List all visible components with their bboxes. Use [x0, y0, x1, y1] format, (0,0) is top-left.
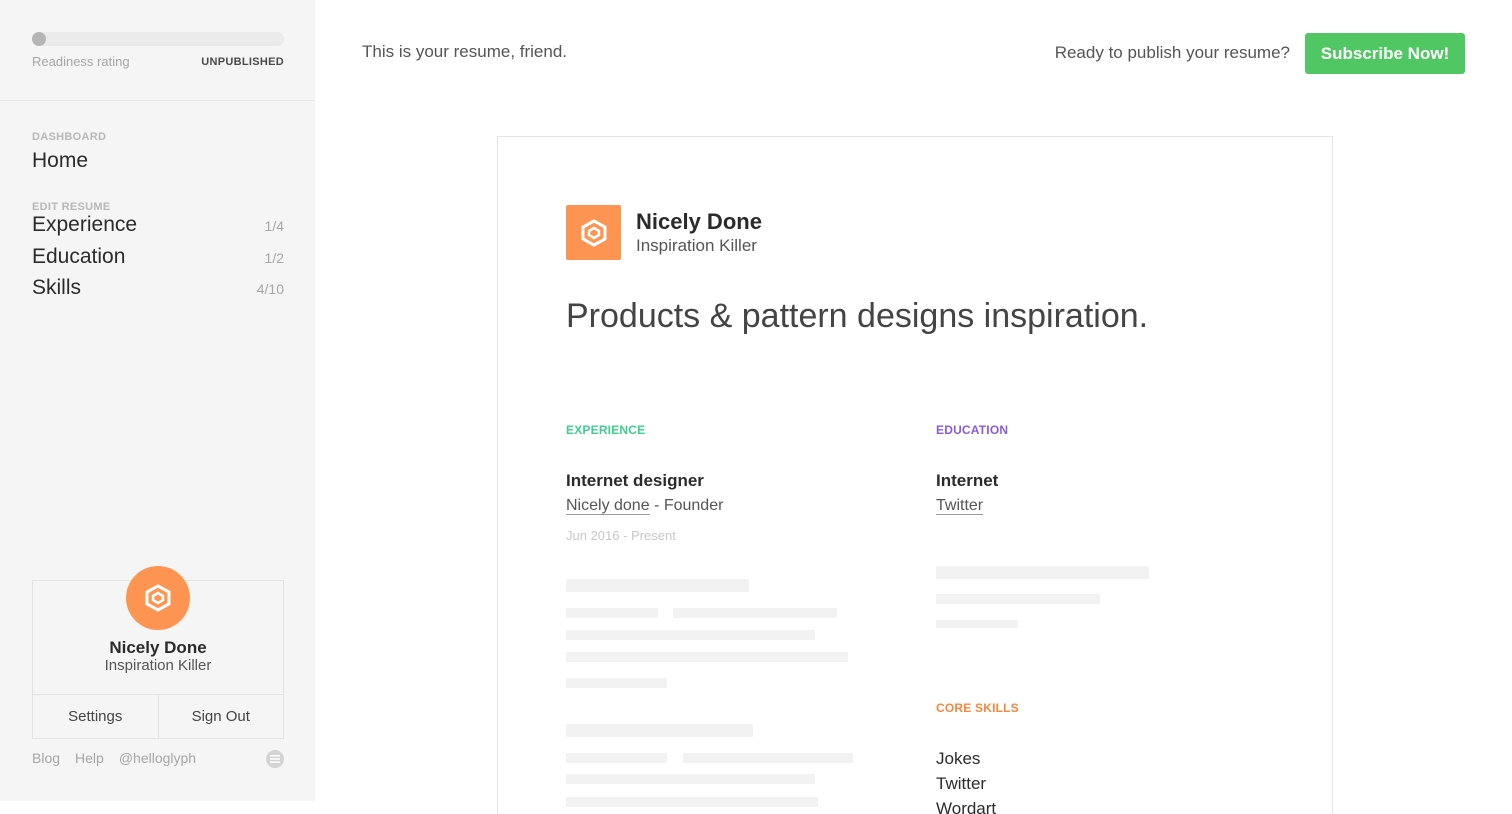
placeholder-line — [936, 620, 1018, 628]
sidebar-footer: Blog Help @helloglyph — [32, 750, 284, 768]
readiness-progress-bar — [32, 32, 284, 46]
placeholder-line — [936, 566, 1149, 579]
chat-icon[interactable] — [266, 750, 284, 768]
experience-role: Internet designer — [566, 471, 704, 490]
edit-resume-section-label: EDIT RESUME — [32, 201, 111, 213]
education-section-label: EDUCATION — [936, 423, 1009, 437]
readiness-label: Readiness rating — [32, 54, 130, 69]
hexagon-logo-icon — [145, 584, 171, 612]
intro-message: This is your resume, friend. — [362, 42, 568, 61]
sidebar-item-count: 1/4 — [264, 218, 284, 234]
profile-title: Inspiration Killer — [104, 657, 212, 674]
readiness-progress-fill — [32, 32, 46, 46]
placeholder-line — [566, 753, 667, 763]
sidebar-nav: DASHBOARD Home EDIT RESUME Experience 1/… — [0, 101, 315, 308]
placeholder-line — [673, 608, 837, 618]
resume-headline: Products & pattern designs inspiration. — [566, 297, 1149, 335]
sidebar-item-label: Experience — [32, 213, 138, 236]
resume-name: Nicely Done — [636, 209, 762, 234]
twitter-handle-link[interactable]: @helloglyph — [119, 750, 196, 766]
sidebar-item-label: Skills — [32, 276, 82, 299]
resume-logo — [566, 205, 621, 260]
sidebar-item-education[interactable]: Education 1/2 — [32, 245, 284, 277]
placeholder-line — [936, 594, 1100, 604]
education-school: Internet — [936, 471, 999, 490]
avatar — [126, 566, 190, 630]
sign-out-button[interactable]: Sign Out — [157, 695, 284, 738]
hexagon-logo-icon — [581, 218, 606, 247]
placeholder-line — [566, 630, 815, 640]
blog-link[interactable]: Blog — [32, 750, 60, 766]
profile-name: Nicely Done — [109, 638, 207, 657]
publish-prompt: Ready to publish your resume? — [1054, 43, 1290, 62]
experience-section-label: EXPERIENCE — [566, 423, 646, 437]
chat-lines-icon — [270, 755, 280, 763]
resume-preview: Nicely Done Inspiration Killer Products … — [497, 136, 1333, 814]
placeholder-line — [566, 608, 658, 618]
experience-company-link[interactable]: Nicely done — [566, 497, 650, 515]
profile-actions: Settings Sign Out — [33, 694, 283, 738]
sidebar-item-home[interactable]: Home — [32, 149, 283, 173]
placeholder-line — [566, 774, 815, 784]
resume-title: Inspiration Killer — [636, 236, 757, 255]
sidebar-item-label: Education — [32, 244, 126, 268]
skill-item: Jokes — [936, 749, 981, 768]
skill-item: Wordart — [936, 799, 997, 814]
readiness-panel: Readiness rating UNPUBLISHED — [0, 0, 315, 101]
profile-card: Nicely Done Inspiration Killer Settings … — [32, 566, 284, 739]
education-program-link[interactable]: Twitter — [936, 497, 984, 515]
experience-dates: Jun 2016 - Present — [566, 528, 676, 543]
skills-section-label: CORE SKILLS — [936, 701, 1019, 715]
placeholder-line — [566, 579, 749, 592]
sidebar-item-skills[interactable]: Skills 4/10 — [32, 276, 284, 308]
experience-company-line: Nicely done - Founder — [566, 497, 723, 515]
sidebar-item-experience[interactable]: Experience 1/4 — [32, 213, 284, 245]
placeholder-line — [566, 724, 753, 737]
publish-status-badge: UNPUBLISHED — [201, 55, 284, 68]
placeholder-line — [566, 797, 818, 807]
experience-position: - Founder — [649, 497, 724, 514]
skill-item: Twitter — [936, 774, 987, 793]
education-program-line: Twitter — [936, 497, 984, 515]
help-link[interactable]: Help — [75, 750, 104, 766]
sidebar-item-count: 4/10 — [256, 281, 284, 297]
subscribe-button[interactable]: Subscribe Now! — [1305, 33, 1465, 74]
dashboard-section-label: DASHBOARD — [32, 131, 107, 143]
sidebar-item-count: 1/2 — [264, 249, 284, 266]
sidebar: Readiness rating UNPUBLISHED DASHBOARD H… — [0, 0, 315, 801]
placeholder-line — [566, 678, 667, 688]
placeholder-line — [683, 753, 853, 763]
placeholder-line — [566, 652, 848, 662]
settings-button[interactable]: Settings — [33, 695, 158, 738]
